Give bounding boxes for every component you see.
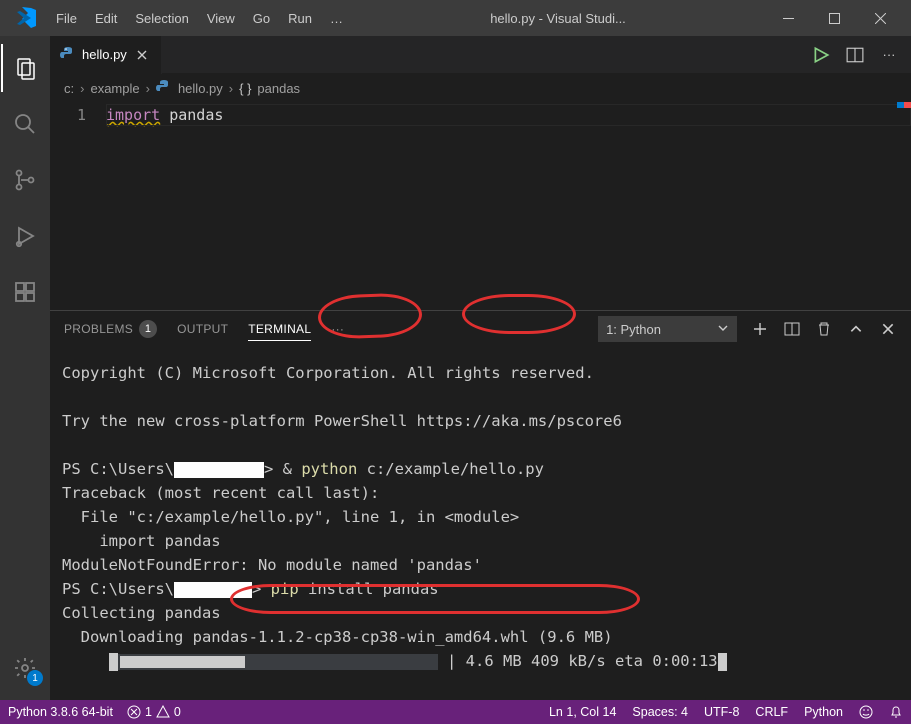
tab-bar: hello.py ··· — [50, 36, 911, 74]
minimap-overview[interactable] — [897, 102, 911, 108]
redacted-username — [174, 462, 264, 478]
window-controls — [765, 0, 903, 36]
editor-area: hello.py ··· c: › example › hello.py › { } … — [50, 36, 911, 700]
settings-badge: 1 — [27, 670, 43, 686]
source-control-icon[interactable] — [1, 156, 49, 204]
explorer-icon[interactable] — [1, 44, 49, 92]
extensions-icon[interactable] — [1, 268, 49, 316]
chevron-right-icon: › — [229, 81, 233, 96]
warning-icon — [156, 705, 170, 719]
menu-view[interactable]: View — [199, 7, 243, 30]
notifications-icon[interactable] — [889, 705, 903, 719]
split-terminal-icon[interactable] — [783, 320, 801, 338]
panel-tabs: PROBLEMS1 OUTPUT TERMINAL ··· 1: Python — [50, 311, 911, 347]
bottom-panel: PROBLEMS1 OUTPUT TERMINAL ··· 1: Python — [50, 310, 911, 700]
line-gutter: 1 — [50, 104, 106, 310]
activity-bar: 1 — [0, 36, 50, 700]
breadcrumb-seg[interactable]: pandas — [257, 81, 300, 96]
error-icon — [127, 705, 141, 719]
feedback-icon[interactable] — [859, 705, 873, 719]
menu-bar: File Edit Selection View Go Run … — [48, 7, 351, 30]
status-encoding[interactable]: UTF-8 — [704, 705, 739, 719]
minimize-button[interactable] — [765, 0, 811, 36]
maximize-button[interactable] — [811, 0, 857, 36]
terminal-select-label: 1: Python — [606, 322, 661, 337]
python-file-icon — [156, 80, 172, 96]
terminal-output[interactable]: Copyright (C) Microsoft Corporation. All… — [50, 347, 911, 700]
tab-problems[interactable]: PROBLEMS1 — [64, 316, 157, 342]
tab-close-icon[interactable] — [133, 46, 151, 64]
redacted-username — [174, 582, 252, 598]
panel-tabs-more-icon[interactable]: ··· — [331, 318, 344, 340]
status-bar: Python 3.8.6 64-bit 1 0 Ln 1, Col 14 Spa… — [0, 700, 911, 724]
run-debug-icon[interactable] — [1, 212, 49, 260]
menu-file[interactable]: File — [48, 7, 85, 30]
search-icon[interactable] — [1, 100, 49, 148]
status-language[interactable]: Python — [804, 705, 843, 719]
new-terminal-icon[interactable] — [751, 320, 769, 338]
close-button[interactable] — [857, 0, 903, 36]
breadcrumb-seg[interactable]: c: — [64, 81, 74, 96]
tab-output[interactable]: OUTPUT — [177, 318, 228, 340]
status-python-version[interactable]: Python 3.8.6 64-bit — [8, 705, 113, 719]
chevron-down-icon — [717, 322, 729, 337]
braces-icon: { } — [239, 81, 251, 96]
titlebar: File Edit Selection View Go Run … hello.… — [0, 0, 911, 36]
chevron-right-icon: › — [80, 81, 84, 96]
status-eol[interactable]: CRLF — [755, 705, 788, 719]
settings-icon[interactable]: 1 — [1, 644, 49, 692]
menu-more[interactable]: … — [322, 7, 351, 30]
window-title: hello.py - Visual Studi... — [351, 11, 765, 26]
run-file-icon[interactable] — [811, 45, 831, 65]
split-editor-icon[interactable] — [845, 45, 865, 65]
menu-run[interactable]: Run — [280, 7, 320, 30]
menu-edit[interactable]: Edit — [87, 7, 125, 30]
download-progress — [118, 654, 438, 670]
editor-actions: ··· — [799, 45, 911, 65]
chevron-right-icon: › — [146, 81, 150, 96]
status-spaces[interactable]: Spaces: 4 — [632, 705, 688, 719]
status-cursor-pos[interactable]: Ln 1, Col 14 — [549, 705, 616, 719]
tab-hello-py[interactable]: hello.py — [50, 36, 162, 74]
menu-go[interactable]: Go — [245, 7, 278, 30]
terminal-select[interactable]: 1: Python — [598, 316, 737, 342]
python-file-icon — [60, 47, 76, 63]
chevron-up-icon[interactable] — [847, 320, 865, 338]
problems-count-badge: 1 — [139, 320, 157, 338]
menu-selection[interactable]: Selection — [127, 7, 196, 30]
code-editor[interactable]: 1 import pandas — [50, 102, 911, 310]
status-problems[interactable]: 1 0 — [127, 705, 181, 719]
breadcrumb-seg[interactable]: hello.py — [178, 81, 223, 96]
tab-terminal[interactable]: TERMINAL — [248, 318, 311, 341]
code-keyword: import — [106, 106, 160, 124]
breadcrumb[interactable]: c: › example › hello.py › { } pandas — [50, 74, 911, 102]
trash-icon[interactable] — [815, 320, 833, 338]
breadcrumb-seg[interactable]: example — [90, 81, 139, 96]
code-content[interactable]: import pandas — [106, 104, 911, 310]
close-panel-icon[interactable] — [879, 320, 897, 338]
code-text: pandas — [160, 106, 223, 124]
editor-more-icon[interactable]: ··· — [879, 45, 899, 65]
tab-filename: hello.py — [82, 47, 127, 62]
vscode-logo-icon — [14, 6, 38, 30]
cursor — [718, 653, 727, 671]
